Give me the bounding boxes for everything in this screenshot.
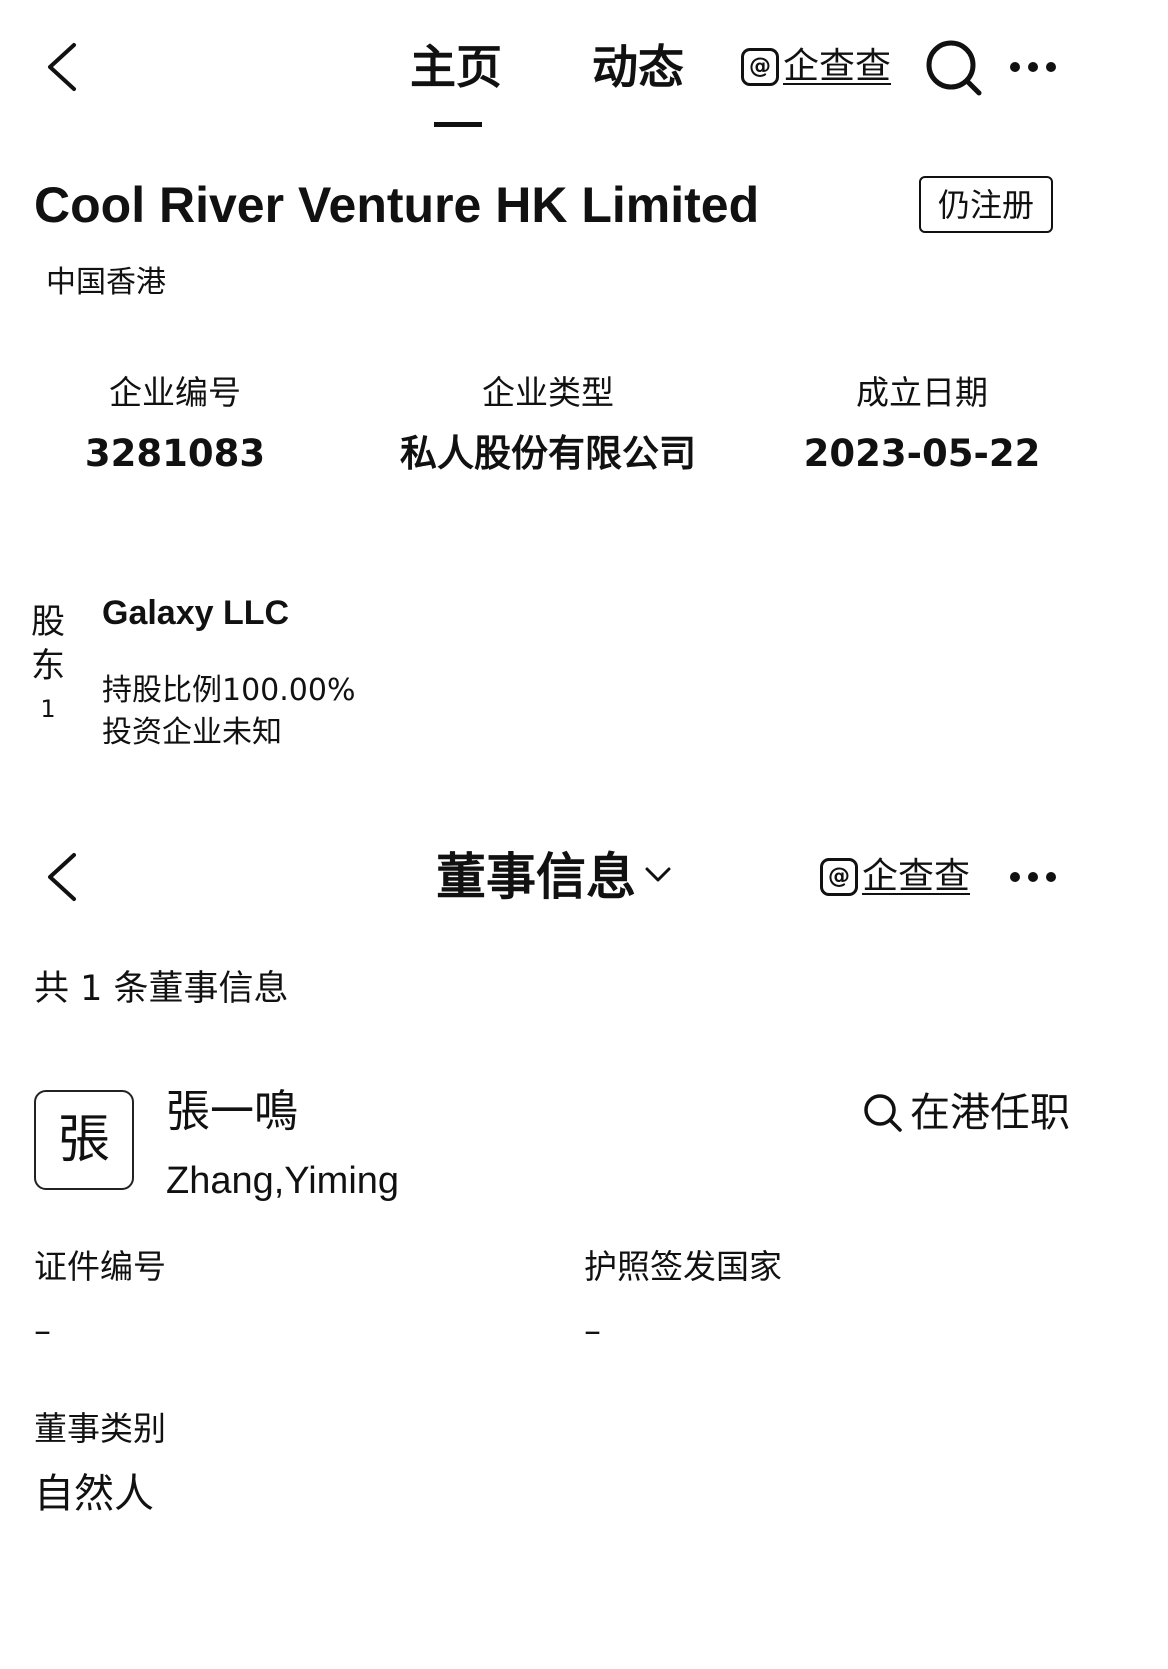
avatar: 張 [34,1090,134,1190]
director-type-value: 自然人 [34,1471,154,1517]
shareholder-ratio: 持股比例100.00% [102,673,356,708]
stat-founded-date: 成立日期 2023-05-22 [732,376,1112,472]
stat-company-type: 企业类型 私人股份有限公司 [358,376,738,472]
tab-home[interactable]: 主页 [410,44,502,90]
stat-value: 3281083 [84,432,266,475]
back-icon[interactable] [44,852,78,902]
chevron-down-icon[interactable] [644,866,672,888]
shareholder-investment: 投资企业未知 [102,715,282,750]
brand-logo: @ 企查查 [741,48,891,86]
brand-mark-icon: @ [741,48,779,86]
back-icon[interactable] [44,42,78,92]
brand-name: 企查查 [862,856,971,897]
shareholder-label-char: 股 [31,602,65,642]
stat-value: 私人股份有限公司 [400,432,696,475]
stat-label: 成立日期 [856,373,988,412]
search-icon[interactable] [924,38,984,102]
stat-value: 2023-05-22 [803,432,1041,475]
active-tab-indicator [434,122,482,127]
id-number-label: 证件编号 [34,1247,166,1286]
director-type-label: 董事类别 [34,1409,166,1448]
brand-mark-icon: @ [820,858,858,896]
more-icon[interactable] [1010,872,1056,882]
shareholder-label-char: 东 [31,646,65,686]
tab-activity[interactable]: 动态 [592,44,684,90]
stat-label: 企业类型 [482,373,614,412]
company-region: 中国香港 [46,265,166,300]
status-badge: 仍注册 [919,176,1053,233]
stat-company-number: 企业编号 3281083 [0,376,365,472]
director-name[interactable]: 張一鳴 [166,1090,298,1134]
hk-positions-label: 在港任职 [910,1090,1070,1136]
more-icon[interactable] [1010,62,1056,72]
id-number-value: – [34,1311,51,1351]
directors-count: 共 1 条董事信息 [34,969,289,1009]
passport-country-label: 护照签发国家 [584,1247,782,1286]
brand-name: 企查查 [783,46,892,87]
shareholder-name[interactable]: Galaxy LLC [102,596,289,630]
directors-title[interactable]: 董事信息 [436,852,636,902]
stat-label: 企业编号 [109,373,241,412]
hk-positions-link[interactable]: 在港任职 [862,1092,1070,1134]
shareholder-label: 股 东 1 [28,600,68,724]
passport-country-value: – [584,1311,601,1351]
search-icon [864,1094,902,1132]
shareholder-index: 1 [40,695,56,723]
company-name: Cool River Venture HK Limited [34,177,760,233]
brand-logo: @ 企查查 [820,858,970,896]
director-pinyin: Zhang,Yiming [166,1160,400,1202]
